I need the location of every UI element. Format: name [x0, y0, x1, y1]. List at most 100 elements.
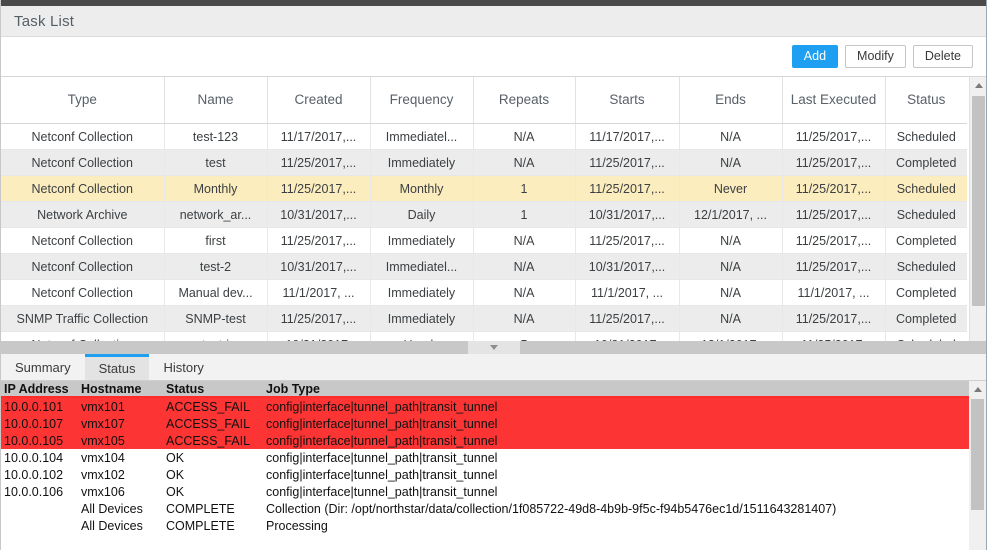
- table-cell: 11/25/2017,...: [782, 306, 885, 332]
- table-cell: 1: [473, 176, 575, 202]
- status-cell-status: COMPLETE: [166, 502, 266, 516]
- status-row[interactable]: 10.0.0.104vmx104OKconfig|interface|tunne…: [1, 449, 986, 466]
- status-table-header: IP Address Hostname Status Job Type: [1, 381, 986, 398]
- table-cell: Scheduled: [885, 124, 967, 150]
- hscroll-track-right[interactable]: [520, 341, 986, 354]
- task-table-scroll-thumb[interactable]: [972, 96, 985, 306]
- status-cell-job-type: config|interface|tunnel_path|transit_tun…: [266, 417, 986, 431]
- status-scroll-up-arrow-icon[interactable]: [969, 381, 986, 398]
- task-table-column-header[interactable]: Type: [1, 77, 164, 124]
- tab-label: Status: [99, 361, 136, 376]
- status-row[interactable]: All DevicesCOMPLETECollection (Dir: /opt…: [1, 500, 986, 517]
- task-table-column-header[interactable]: Starts: [575, 77, 679, 124]
- modify-button[interactable]: Modify: [845, 45, 906, 68]
- table-cell: 11/25/2017,...: [267, 150, 370, 176]
- status-scroll-thumb[interactable]: [971, 399, 984, 510]
- table-cell: Immediately: [370, 280, 473, 306]
- table-cell: Immediately: [370, 150, 473, 176]
- task-table-column-header[interactable]: Repeats: [473, 77, 575, 124]
- status-row[interactable]: 10.0.0.105vmx105ACCESS_FAILconfig|interf…: [1, 432, 986, 449]
- status-row[interactable]: 10.0.0.107vmx107ACCESS_FAILconfig|interf…: [1, 415, 986, 432]
- table-row[interactable]: SNMP Traffic CollectionSNMP-test 11/25/20…: [1, 306, 967, 332]
- status-cell-hostname: All Devices: [81, 519, 166, 533]
- table-row[interactable]: Netconf Collectiontest11/25/2017,...Imme…: [1, 150, 967, 176]
- status-row[interactable]: 10.0.0.101vmx101ACCESS_FAILconfig|interf…: [1, 398, 986, 415]
- table-cell: Completed: [885, 150, 967, 176]
- table-row[interactable]: Netconf CollectionManual dev...11/1/2017…: [1, 280, 967, 306]
- status-cell-ip: 10.0.0.105: [1, 434, 81, 448]
- status-vertical-scrollbar[interactable]: [969, 381, 986, 550]
- status-cell-ip: 10.0.0.106: [1, 485, 81, 499]
- table-row[interactable]: Netconf Collectiontest-210/31/2017,...Im…: [1, 254, 967, 280]
- task-table-header: TypeNameCreatedFrequencyRepeatsStartsEnd…: [1, 77, 967, 124]
- table-row[interactable]: Network Archivenetwork_ar...10/31/2017,.…: [1, 202, 967, 228]
- status-col-status: Status: [166, 382, 266, 396]
- table-cell: Daily: [370, 202, 473, 228]
- task-table-header-row: TypeNameCreatedFrequencyRepeatsStartsEnd…: [1, 77, 967, 124]
- status-cell-job-type: config|interface|tunnel_path|transit_tun…: [266, 434, 986, 448]
- status-cell-status: COMPLETE: [166, 519, 266, 533]
- table-cell: network_ar...: [164, 202, 267, 228]
- table-cell: 11/25/2017,...: [782, 202, 885, 228]
- status-cell-job-type: Processing: [266, 519, 986, 533]
- status-panel: IP Address Hostname Status Job Type 10.0…: [1, 381, 986, 550]
- window-titlebar: Task List: [1, 6, 986, 37]
- table-cell: first: [164, 228, 267, 254]
- status-cell-hostname: vmx106: [81, 485, 166, 499]
- status-cell-job-type: config|interface|tunnel_path|transit_tun…: [266, 468, 986, 482]
- task-table-column-header[interactable]: Status: [885, 77, 967, 124]
- status-row[interactable]: 10.0.0.106vmx106OKconfig|interface|tunne…: [1, 483, 986, 500]
- add-button[interactable]: Add: [792, 45, 838, 68]
- table-cell: Never: [679, 176, 782, 202]
- table-cell: Netconf Collection: [1, 124, 164, 150]
- task-list-window: Task List Add Modify Delete TypeNameCrea…: [0, 0, 987, 550]
- table-cell: test-123: [164, 124, 267, 150]
- table-cell: 11/25/2017,...: [782, 228, 885, 254]
- task-table-column-header[interactable]: Last Executed: [782, 77, 885, 124]
- task-table-column-header[interactable]: Ends: [679, 77, 782, 124]
- table-row[interactable]: Netconf CollectionMonthly11/25/2017,...M…: [1, 176, 967, 202]
- status-cell-hostname: vmx105: [81, 434, 166, 448]
- table-cell: 11/25/2017,...: [782, 150, 885, 176]
- table-cell: SNMP-test: [164, 306, 267, 332]
- delete-button[interactable]: Delete: [913, 45, 973, 68]
- status-cell-ip: 10.0.0.104: [1, 451, 81, 465]
- table-cell: 11/25/2017,...: [782, 124, 885, 150]
- task-table-column-header[interactable]: Created: [267, 77, 370, 124]
- table-row[interactable]: Netconf Collectiontest-123 11/17/2017,...…: [1, 124, 967, 150]
- table-cell: 11/25/2017,...: [782, 176, 885, 202]
- hscroll-track-left[interactable]: [1, 341, 468, 354]
- table-cell: Network Archive: [1, 202, 164, 228]
- table-cell: 10/31/2017,...: [267, 254, 370, 280]
- task-table-horizontal-scrollbar[interactable]: [1, 341, 986, 354]
- table-cell: 11/25/2017,...: [575, 150, 679, 176]
- status-cell-ip: 10.0.0.101: [1, 400, 81, 414]
- table-cell: SNMP Traffic Collection: [1, 306, 164, 332]
- task-table-column-header[interactable]: Name: [164, 77, 267, 124]
- table-cell: N/A: [679, 124, 782, 150]
- table-cell: 11/25/2017,...: [575, 176, 679, 202]
- status-table-body: 10.0.0.101vmx101ACCESS_FAILconfig|interf…: [1, 398, 986, 534]
- table-cell: N/A: [473, 150, 575, 176]
- table-cell: test: [164, 150, 267, 176]
- table-cell: Immediatel...: [370, 254, 473, 280]
- table-cell: 11/1/2017, ...: [782, 280, 885, 306]
- table-cell: 11/17/2017,...: [575, 124, 679, 150]
- table-cell: Completed: [885, 280, 967, 306]
- task-table-column-header[interactable]: Frequency: [370, 77, 473, 124]
- tab-status[interactable]: Status: [85, 354, 150, 380]
- table-cell: N/A: [473, 306, 575, 332]
- hscroll-handle[interactable]: [468, 341, 520, 354]
- status-row[interactable]: All DevicesCOMPLETEProcessing: [1, 517, 986, 534]
- table-cell: Immediatel...: [370, 124, 473, 150]
- table-cell: 11/1/2017, ...: [575, 280, 679, 306]
- scroll-up-arrow-icon[interactable]: [970, 77, 986, 94]
- table-cell: Netconf Collection: [1, 228, 164, 254]
- tab-history[interactable]: History: [149, 354, 217, 380]
- detail-tabs: Summary Status History: [1, 354, 986, 381]
- task-table-vertical-scrollbar[interactable]: [969, 77, 986, 354]
- tab-summary[interactable]: Summary: [1, 354, 85, 380]
- status-row[interactable]: 10.0.0.102vmx102OKconfig|interface|tunne…: [1, 466, 986, 483]
- table-row[interactable]: Netconf Collectionfirst11/25/2017,...Imm…: [1, 228, 967, 254]
- page-title: Task List: [14, 13, 74, 30]
